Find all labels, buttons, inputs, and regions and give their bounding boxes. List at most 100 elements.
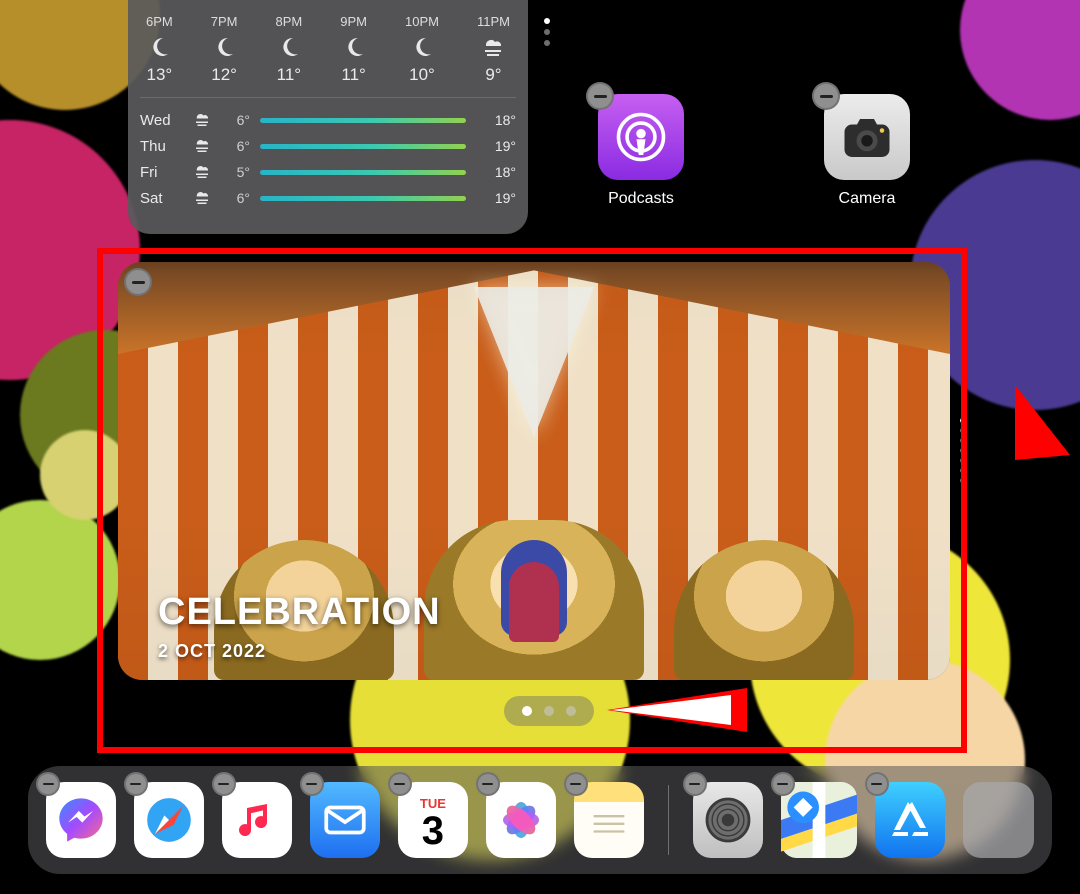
hour-temp: 11° [277,65,301,85]
dock-app-library[interactable] [963,782,1034,858]
dock-app-settings[interactable] [693,782,763,858]
dock-app-notes[interactable] [574,782,644,858]
app-camera[interactable]: Camera [824,94,910,208]
dock-app-safari[interactable] [134,782,204,858]
widget-stack-indicator[interactable] [960,418,965,483]
dock-app-maps[interactable] [781,782,857,858]
hour-label: 8PM [276,14,303,29]
low-temp: 5° [216,164,250,180]
remove-app-button[interactable] [771,772,795,796]
high-temp: 19° [476,138,516,154]
wallpaper-spot [0,500,120,660]
remove-widget-button[interactable] [812,82,840,110]
low-temp: 6° [216,112,250,128]
mail-icon [320,795,370,845]
appstore-icon [886,796,934,844]
high-temp: 18° [476,112,516,128]
remove-app-button[interactable] [300,772,324,796]
daily-row: Wed 6° 18° [140,108,516,132]
dock-app-calendar[interactable]: TUE 3 [398,782,468,858]
page-dot[interactable] [544,706,554,716]
page-dot[interactable] [566,706,576,716]
dock-app-messenger[interactable] [46,782,116,858]
remove-app-button[interactable] [865,772,889,796]
day-name: Fri [140,164,188,181]
hourly-item: 8PM 11° [276,14,303,85]
remove-app-button[interactable] [683,772,707,796]
hour-temp: 10° [409,65,435,85]
moon-icon [277,35,301,59]
photos-memory-widget[interactable]: CELEBRATION 2 OCT 2022 [118,262,950,680]
fog-icon [188,137,216,155]
day-name: Thu [140,138,188,155]
page-dot[interactable] [522,706,532,716]
fog-icon [188,111,216,129]
temp-range-bar [260,196,466,201]
moon-icon [212,35,236,59]
moon-icon [342,35,366,59]
music-icon [233,796,281,844]
high-temp: 19° [476,190,516,206]
remove-app-button[interactable] [388,772,412,796]
app-label: Podcasts [608,190,674,208]
moon-icon [410,35,434,59]
hourly-item: 11PM 9° [477,14,510,85]
hour-temp: 13° [147,65,173,85]
hour-label: 11PM [477,14,510,29]
messenger-icon [55,794,107,846]
memory-date: 2 OCT 2022 [158,641,266,662]
dock-app-mail[interactable] [310,782,380,858]
fog-icon [188,189,216,207]
day-name: Wed [140,112,188,129]
notes-icon [586,797,632,843]
hour-label: 10PM [405,14,439,29]
temp-range-bar [260,144,466,149]
daily-row: Sat 6° 19° [140,186,516,210]
camera-icon [837,107,897,167]
remove-app-button[interactable] [476,772,500,796]
remove-app-button[interactable] [36,772,60,796]
calendar-day: 3 [422,811,444,851]
wallpaper-spot [40,430,130,520]
app-label: Camera [839,190,896,208]
remove-app-button[interactable] [212,772,236,796]
remove-app-button[interactable] [564,772,588,796]
temp-range-bar [260,118,466,123]
remove-app-button[interactable] [124,772,148,796]
hour-temp: 9° [485,65,501,85]
page-indicator[interactable] [504,696,594,726]
app-podcasts[interactable]: Podcasts [598,94,684,208]
dock: TUE 3 [28,766,1052,874]
moon-icon [147,35,171,59]
weather-widget[interactable]: 6PM 13° 7PM 12° 8PM 11° 9PM 11° 10PM 10°… [128,0,528,234]
low-temp: 6° [216,190,250,206]
remove-widget-button[interactable] [124,268,152,296]
podcasts-icon [614,110,668,164]
annotation-arrow [1015,385,1070,460]
remove-widget-button[interactable] [586,82,614,110]
dock-app-photos[interactable] [486,782,556,858]
dock-app-appstore[interactable] [875,782,945,858]
wallpaper-spot [960,0,1080,120]
safari-icon [141,792,197,848]
maps-icon [781,782,857,858]
widget-stack-indicator[interactable] [544,18,550,46]
settings-icon [700,792,756,848]
hour-label: 6PM [146,14,173,29]
hourly-item: 10PM 10° [405,14,439,85]
daily-row: Thu 6° 19° [140,134,516,158]
low-temp: 6° [216,138,250,154]
dock-divider [668,785,669,855]
photos-icon [494,793,548,847]
daily-row: Fri 5° 18° [140,160,516,184]
temp-range-bar [260,170,466,175]
hour-temp: 11° [341,65,365,85]
hourly-forecast: 6PM 13° 7PM 12° 8PM 11° 9PM 11° 10PM 10°… [140,10,516,98]
daily-forecast: Wed 6° 18° Thu 6° 19° Fri 5° 18° Sat 6° … [140,98,516,210]
chandelier-decoration [469,287,599,457]
dock-app-music[interactable] [222,782,292,858]
fog-icon [481,35,505,59]
day-name: Sat [140,190,188,207]
hourly-item: 7PM 12° [211,14,238,85]
hourly-item: 6PM 13° [146,14,173,85]
